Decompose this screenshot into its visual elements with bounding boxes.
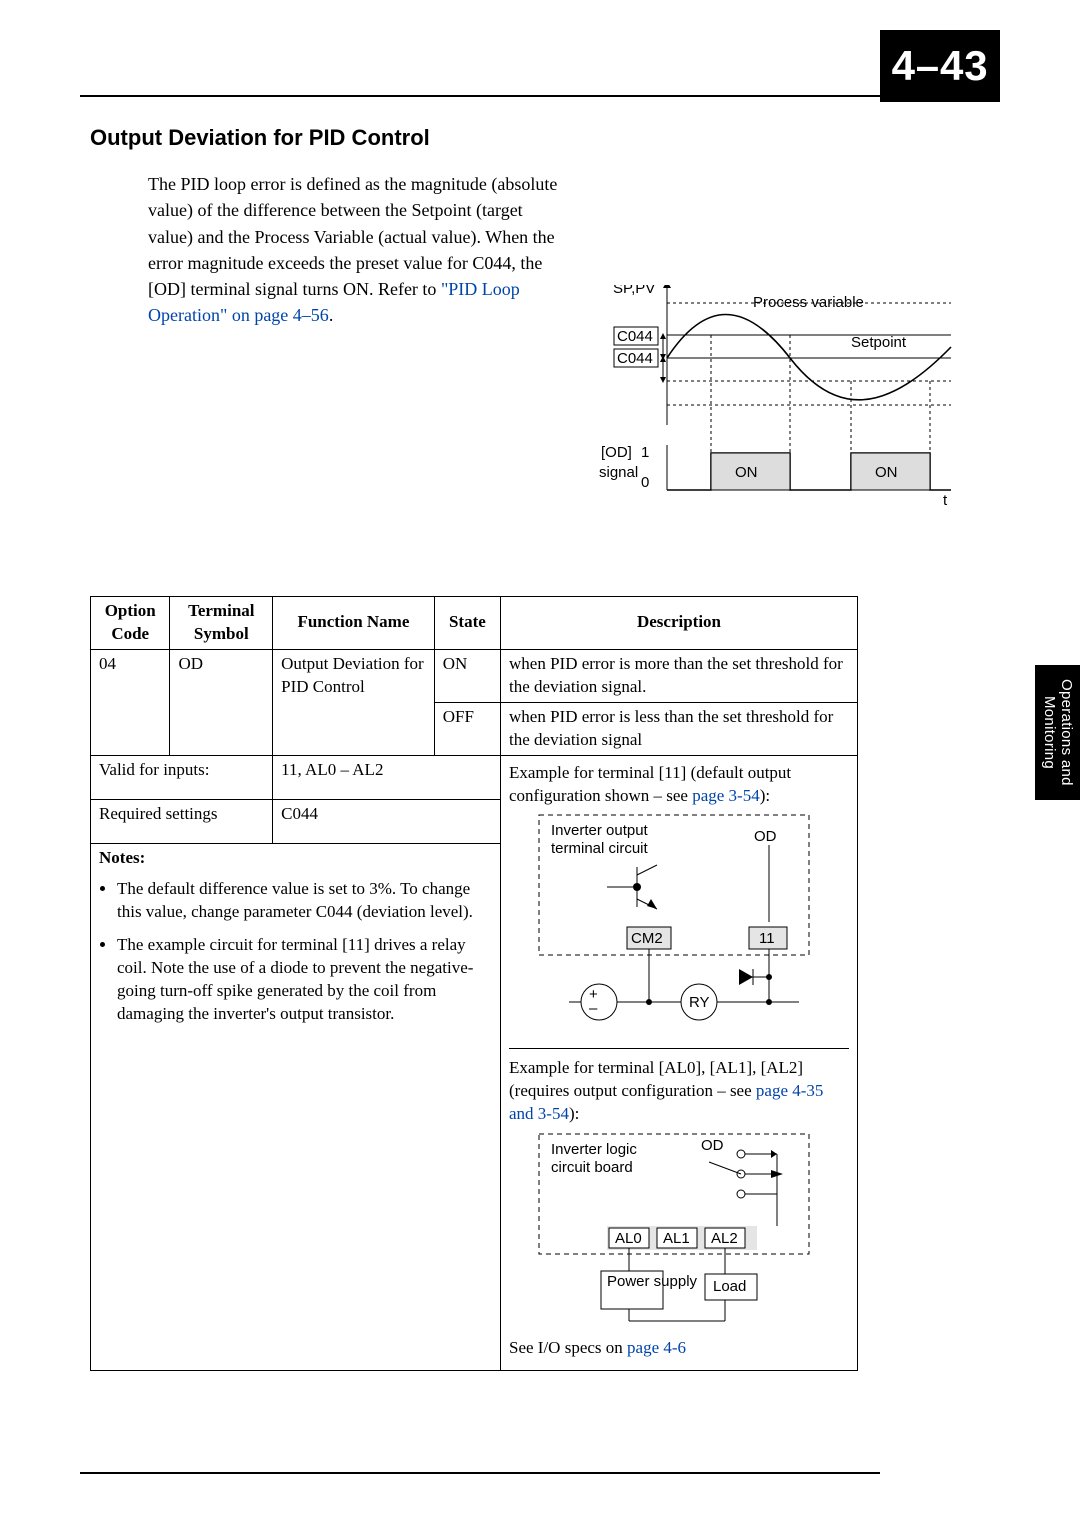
page-badge-right: 43: [940, 42, 988, 89]
svg-text:AL1: AL1: [663, 1230, 690, 1247]
note-2: The example circuit for terminal [11] dr…: [117, 934, 492, 1026]
svg-text:11: 11: [759, 930, 775, 947]
svg-text:OD: OD: [754, 828, 777, 845]
svg-text:0: 0: [641, 474, 649, 491]
svg-text:1: 1: [641, 444, 649, 461]
note-1: The default difference value is set to 3…: [117, 878, 492, 924]
svg-text:SP,PV: SP,PV: [613, 285, 655, 297]
svg-text:Setpoint: Setpoint: [851, 334, 907, 351]
svg-text:OD: OD: [701, 1137, 724, 1154]
svg-text:t: t: [943, 492, 948, 505]
example1-link[interactable]: page 3-54: [692, 786, 760, 805]
circuit-diagram-1: Inverter output terminal circuit OD CM2 …: [509, 807, 849, 1037]
svg-text:Process variable: Process variable: [753, 294, 864, 311]
svg-text:C044: C044: [617, 350, 653, 367]
svg-text:[OD]: [OD]: [601, 444, 632, 461]
circuit-diagram-2: Inverter logic circuit board OD AL0: [509, 1126, 849, 1326]
svg-text:Load: Load: [713, 1278, 746, 1295]
section-body: The PID loop error is defined as the mag…: [148, 171, 560, 328]
svg-text:terminal circuit: terminal circuit: [551, 840, 649, 857]
page-number-badge: 4–43: [880, 30, 1000, 102]
io-specs-footer: See I/O specs on page 4-6: [509, 1337, 849, 1360]
section-tab: Operations andMonitoring: [1035, 665, 1080, 800]
svg-text:Inverter output: Inverter output: [551, 822, 649, 839]
bottom-rule: [80, 1472, 880, 1474]
svg-text:AL0: AL0: [615, 1230, 642, 1247]
notes-heading: Notes:: [99, 847, 492, 870]
svg-text:ON: ON: [735, 464, 758, 481]
waveform-diagram: C044 C044 SP,PV Process variable Setpoin…: [595, 285, 957, 505]
function-table: Option Code Terminal Symbol Function Nam…: [90, 596, 858, 1371]
svg-text:RY: RY: [689, 994, 710, 1011]
example2-intro: Example for terminal [AL0], [AL1], [AL2]…: [509, 1057, 849, 1126]
svg-text:C044: C044: [617, 328, 653, 345]
svg-text:ON: ON: [875, 464, 898, 481]
svg-text:AL2: AL2: [711, 1230, 738, 1247]
example1-intro: Example for terminal [11] (default outpu…: [509, 762, 849, 808]
svg-text:–: –: [589, 1000, 598, 1017]
io-specs-link[interactable]: page 4-6: [627, 1338, 686, 1357]
svg-text:circuit board: circuit board: [551, 1159, 633, 1176]
svg-text:Inverter logic: Inverter logic: [551, 1141, 637, 1158]
section-title: Output Deviation for PID Control: [90, 125, 960, 151]
svg-text:signal: signal: [599, 464, 638, 481]
svg-text:CM2: CM2: [631, 930, 663, 947]
svg-text:Power supply: Power supply: [607, 1273, 698, 1290]
page-badge-left: 4–: [892, 42, 940, 89]
top-rule: [80, 95, 880, 97]
